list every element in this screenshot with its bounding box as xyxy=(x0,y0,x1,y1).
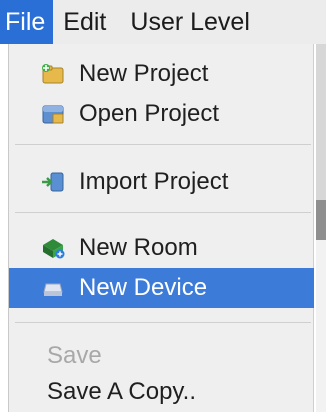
menu-item-label: Open Project xyxy=(79,100,220,127)
menu-bar: File Edit User Level xyxy=(0,0,326,44)
menu-item-import-project[interactable]: Import Project xyxy=(9,162,314,202)
menu-item-save: Save xyxy=(9,336,314,376)
menu-item-label: Save xyxy=(47,342,102,369)
menu-item-label: New Room xyxy=(79,234,198,261)
menu-separator xyxy=(15,322,311,323)
open-project-icon xyxy=(39,101,67,127)
menu-item-label: Import Project xyxy=(79,168,229,195)
menu-edit[interactable]: Edit xyxy=(53,0,116,44)
menu-file[interactable]: File xyxy=(0,0,54,44)
menu-item-save-a-copy[interactable]: Save A Copy.. xyxy=(9,372,314,412)
new-room-icon xyxy=(39,235,67,261)
menu-item-label: New Project xyxy=(79,60,209,87)
menu-user-level[interactable]: User Level xyxy=(116,0,260,44)
menu-item-label: Save A Copy.. xyxy=(47,378,196,405)
menu-item-new-device[interactable]: New Device xyxy=(9,268,314,308)
import-project-icon xyxy=(39,169,67,195)
file-menu-dropdown: New Project Open Project Import Project xyxy=(8,44,314,412)
background-window-edge xyxy=(316,44,326,200)
menu-item-label: New Device xyxy=(79,274,208,301)
menu-separator xyxy=(15,212,311,213)
menu-item-open-project[interactable]: Open Project xyxy=(9,94,314,134)
menu-separator xyxy=(15,144,311,145)
new-project-icon xyxy=(39,61,67,87)
menu-item-new-project[interactable]: New Project xyxy=(9,54,314,94)
background-window-body xyxy=(316,240,326,412)
new-device-icon xyxy=(39,275,67,301)
menu-item-new-room[interactable]: New Room xyxy=(9,228,314,268)
background-window-toolbar xyxy=(316,200,326,240)
